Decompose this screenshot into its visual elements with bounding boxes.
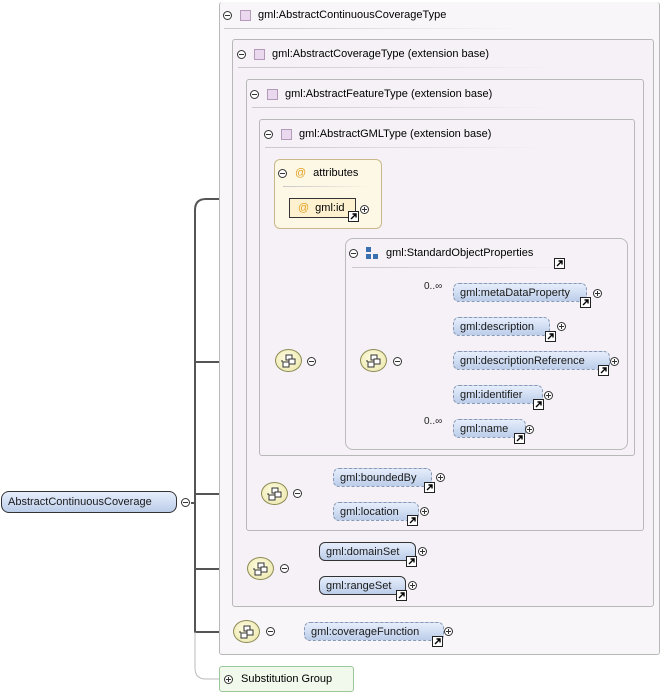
attributes-header[interactable]: @ attributes [278,164,358,182]
collapse-icon[interactable] [307,357,316,366]
type-title: gml:AbstractCoverageType (extension base… [272,48,490,60]
collapse-icon[interactable] [266,627,275,636]
at-sign-icon: @ [295,167,307,179]
element-domain-set[interactable]: gml:domainSet [319,542,416,561]
reference-arrow-icon[interactable] [396,590,407,601]
header-underline [238,67,558,68]
element-label: gml:description [460,320,534,333]
element-label: gml:metaDataProperty [460,286,571,299]
root-element[interactable]: AbstractContinuousCoverage [1,491,177,513]
group-icon [366,247,378,259]
reference-arrow-icon[interactable] [406,556,417,567]
sequence-compositor-icon[interactable] [275,349,302,372]
reference-arrow-icon[interactable] [580,297,591,308]
element-meta-data-property[interactable]: gml:metaDataProperty [453,283,587,302]
reference-arrow-icon[interactable] [514,433,525,444]
element-label: gml:boundedBy [340,471,417,484]
collapse-icon[interactable] [264,129,273,139]
collapse-icon[interactable] [223,10,232,20]
reference-arrow-icon[interactable] [432,636,443,647]
element-label: gml:name [460,422,509,435]
group-title: gml:StandardObjectProperties [386,247,534,259]
reference-arrow-icon[interactable] [348,211,359,222]
sequence-compositor-icon[interactable] [360,349,387,372]
header-underline [252,107,552,108]
element-coverage-function[interactable]: gml:coverageFunction [304,622,444,641]
reference-arrow-icon[interactable] [545,331,556,342]
element-label: gml:identifier [460,388,523,401]
element-label: AbstractContinuousCoverage [8,496,152,508]
collapse-icon[interactable] [349,248,358,258]
element-label: gml:descriptionReference [460,354,585,367]
occurrence-label: 0..∞ [424,281,443,292]
collapse-icon[interactable] [181,498,190,507]
element-identifier[interactable]: gml:identifier [453,385,543,404]
attribute-gml-id[interactable]: @ gml:id [289,198,356,218]
expand-icon[interactable] [408,581,417,590]
element-label: gml:coverageFunction [311,625,420,638]
reference-arrow-icon[interactable] [533,399,544,410]
header-underline [283,186,373,187]
collapse-icon[interactable] [237,49,246,59]
attribute-label: gml:id [315,202,345,214]
expand-icon[interactable] [224,674,233,684]
type-title: gml:AbstractFeatureType (extension base) [285,88,493,100]
type-title: gml:AbstractContinuousCoverageType [258,9,447,21]
substitution-group[interactable]: Substitution Group [219,666,354,692]
complex-type-icon [267,88,278,100]
reference-arrow-icon[interactable] [424,482,435,493]
attributes-title: attributes [313,167,359,179]
sequence-compositor-icon[interactable] [261,482,288,505]
abstract-feature-type-header[interactable]: gml:AbstractFeatureType (extension base) [250,85,492,103]
element-label: gml:rangeSet [326,579,392,592]
sequence-compositor-icon[interactable] [233,620,260,643]
element-label: gml:location [340,505,399,518]
sequence-compositor-icon[interactable] [247,557,274,580]
element-description-reference[interactable]: gml:descriptionReference [453,351,610,370]
expand-icon[interactable] [525,425,534,434]
expand-icon[interactable] [557,322,566,331]
header-underline [224,28,524,29]
expand-icon[interactable] [360,205,369,214]
complex-type-icon [240,9,251,21]
expand-icon[interactable] [436,473,445,482]
occurrence-label: 0..∞ [424,416,443,427]
abstract-gml-type-header[interactable]: gml:AbstractGMLType (extension base) [264,125,491,143]
element-range-set[interactable]: gml:rangeSet [319,576,406,595]
collapse-icon[interactable] [278,168,287,178]
collapse-icon[interactable] [250,89,259,99]
element-label: gml:domainSet [326,545,400,558]
expand-icon[interactable] [544,391,553,400]
substitution-group-label: Substitution Group [241,673,333,685]
complex-type-icon [281,128,292,140]
at-sign-icon: @ [298,202,310,214]
complex-type-icon [254,48,265,60]
expand-icon[interactable] [444,627,453,636]
expand-icon[interactable] [593,289,602,298]
abstract-coverage-type-header[interactable]: gml:AbstractCoverageType (extension base… [237,45,489,63]
expand-icon[interactable] [418,547,427,556]
header-underline [265,147,545,148]
reference-arrow-icon[interactable] [598,365,609,376]
reference-arrow-icon[interactable] [407,515,418,526]
collapse-icon[interactable] [280,564,289,573]
element-description[interactable]: gml:description [453,317,550,336]
collapse-icon[interactable] [393,357,402,366]
standard-object-properties-header[interactable]: gml:StandardObjectProperties [349,244,533,262]
header-underline [352,267,572,268]
collapse-icon[interactable] [293,489,302,498]
element-bounded-by[interactable]: gml:boundedBy [333,468,432,487]
expand-icon[interactable] [420,507,429,516]
type-title: gml:AbstractGMLType (extension base) [299,128,492,140]
abstract-continuous-coverage-type-header[interactable]: gml:AbstractContinuousCoverageType [223,6,446,24]
expand-icon[interactable] [610,357,619,366]
